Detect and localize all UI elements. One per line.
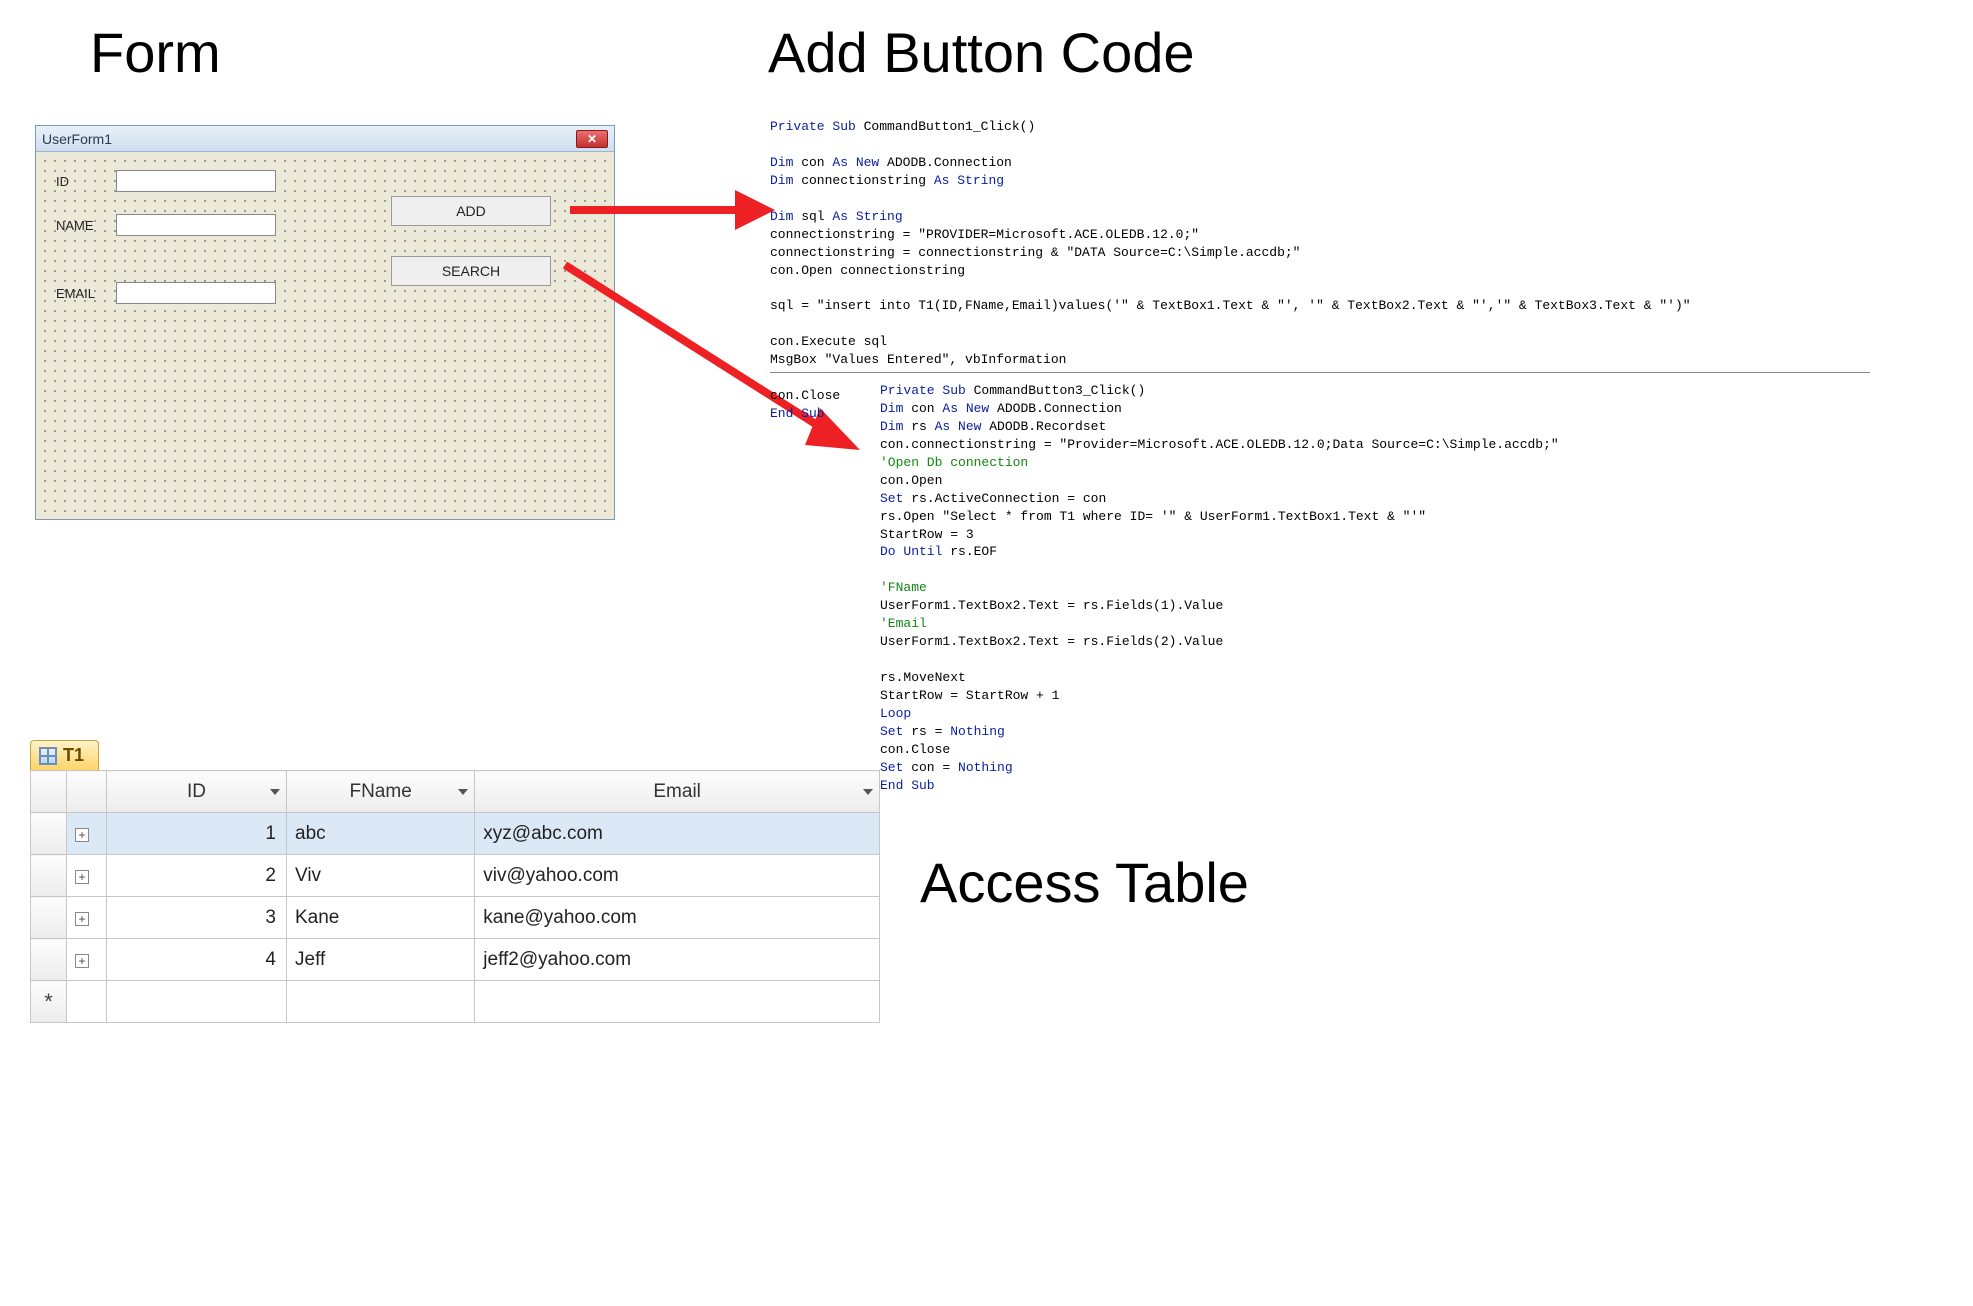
row-selector[interactable] bbox=[31, 813, 67, 855]
name-input[interactable] bbox=[116, 214, 276, 236]
code-block-add: Private Sub CommandButton1_Click() Dim c… bbox=[770, 118, 1691, 423]
add-button[interactable]: ADD bbox=[391, 196, 551, 226]
cell-fname[interactable]: Jeff bbox=[287, 939, 475, 981]
expand-icon[interactable]: + bbox=[75, 828, 89, 842]
close-icon[interactable]: ✕ bbox=[576, 130, 608, 148]
table-tab[interactable]: T1 bbox=[30, 740, 99, 770]
userform-window: UserForm1 ✕ ID NAME EMAIL ADD SEARCH bbox=[35, 125, 615, 520]
table-row[interactable]: + 4 Jeff jeff2@yahoo.com bbox=[31, 939, 880, 981]
table-header-row: ID FName Email bbox=[31, 771, 880, 813]
table-new-row[interactable]: * bbox=[31, 981, 880, 1023]
access-table: ID FName Email + 1 abc xyz@abc.com + 2 V… bbox=[30, 770, 880, 1023]
cell-id[interactable]: 2 bbox=[107, 855, 287, 897]
col-email[interactable]: Email bbox=[475, 771, 880, 813]
chevron-down-icon[interactable] bbox=[863, 789, 873, 795]
table-tab-label: T1 bbox=[63, 745, 84, 766]
expand-icon[interactable]: + bbox=[75, 954, 89, 968]
new-row-icon[interactable]: * bbox=[31, 981, 67, 1023]
cell-email[interactable]: xyz@abc.com bbox=[475, 813, 880, 855]
cell-email[interactable]: viv@yahoo.com bbox=[475, 855, 880, 897]
heading-form: Form bbox=[90, 20, 221, 85]
cell-fname[interactable]: Kane bbox=[287, 897, 475, 939]
table-row[interactable]: + 3 Kane kane@yahoo.com bbox=[31, 897, 880, 939]
expand-icon[interactable]: + bbox=[75, 912, 89, 926]
id-label: ID bbox=[56, 174, 116, 189]
row-selector[interactable] bbox=[31, 939, 67, 981]
userform-titlebar[interactable]: UserForm1 ✕ bbox=[36, 126, 614, 152]
heading-access-table: Access Table bbox=[920, 850, 1249, 915]
heading-add-button-code: Add Button Code bbox=[768, 20, 1195, 85]
row-selector[interactable] bbox=[31, 897, 67, 939]
code-block-search: Private Sub CommandButton3_Click() Dim c… bbox=[880, 382, 1559, 795]
row-selector[interactable] bbox=[31, 855, 67, 897]
email-label: EMAIL bbox=[56, 286, 116, 301]
cell-fname[interactable]: Viv bbox=[287, 855, 475, 897]
table-icon bbox=[39, 747, 57, 765]
rowhead-corner[interactable] bbox=[31, 771, 67, 813]
cell-id[interactable]: 3 bbox=[107, 897, 287, 939]
col-id[interactable]: ID bbox=[107, 771, 287, 813]
cell-email[interactable]: kane@yahoo.com bbox=[475, 897, 880, 939]
cell-id[interactable]: 1 bbox=[107, 813, 287, 855]
chevron-down-icon[interactable] bbox=[270, 789, 280, 795]
expand-col-head bbox=[67, 771, 107, 813]
id-input[interactable] bbox=[116, 170, 276, 192]
cell-fname[interactable]: abc bbox=[287, 813, 475, 855]
table-row[interactable]: + 1 abc xyz@abc.com bbox=[31, 813, 880, 855]
access-table-panel: T1 ID FName Email + 1 abc xyz@abc.com + bbox=[30, 740, 880, 1023]
cell-id[interactable]: 4 bbox=[107, 939, 287, 981]
chevron-down-icon[interactable] bbox=[458, 789, 468, 795]
search-button[interactable]: SEARCH bbox=[391, 256, 551, 286]
col-fname[interactable]: FName bbox=[287, 771, 475, 813]
cell-email[interactable]: jeff2@yahoo.com bbox=[475, 939, 880, 981]
email-input[interactable] bbox=[116, 282, 276, 304]
arrow-add bbox=[565, 180, 775, 240]
code-divider bbox=[770, 372, 1870, 373]
name-label: NAME bbox=[56, 218, 116, 233]
userform-title: UserForm1 bbox=[42, 131, 576, 147]
userform-body: ID NAME EMAIL ADD SEARCH bbox=[36, 152, 614, 519]
table-row[interactable]: + 2 Viv viv@yahoo.com bbox=[31, 855, 880, 897]
expand-icon[interactable]: + bbox=[75, 870, 89, 884]
